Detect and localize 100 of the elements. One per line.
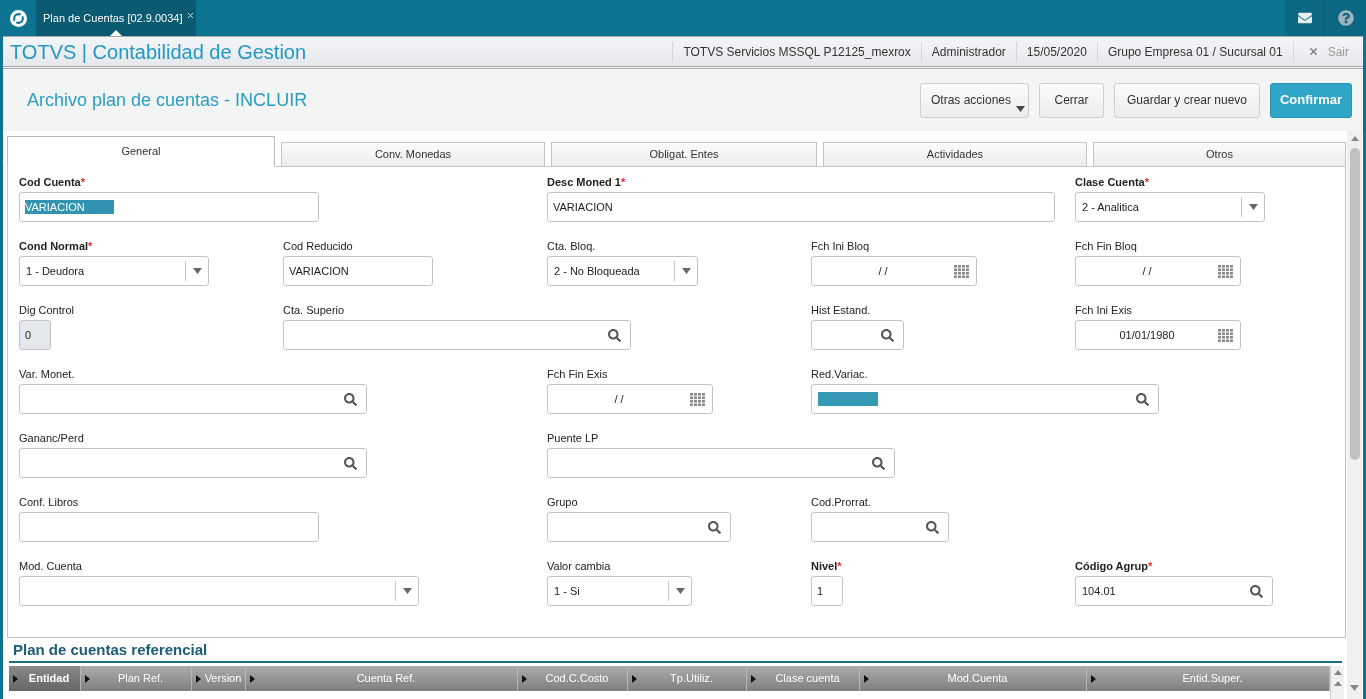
calendar-icon bbox=[690, 392, 705, 406]
field-label: Desc Moned 1* bbox=[547, 175, 626, 189]
field-label: Cta. Superio bbox=[283, 303, 345, 317]
pointer-triangle-icon bbox=[110, 30, 122, 36]
search-field[interactable] bbox=[283, 320, 631, 350]
field-label: Cod Cuenta* bbox=[19, 175, 85, 189]
caret-down-icon bbox=[681, 268, 691, 274]
column-header[interactable]: Entidad bbox=[9, 666, 81, 691]
text-field[interactable]: VARIACION bbox=[547, 192, 1055, 222]
calendar-icon bbox=[954, 264, 969, 278]
field-label: Clase Cuenta* bbox=[1075, 175, 1149, 189]
field-label: Fch Fin Exis bbox=[547, 367, 608, 381]
caret-right-icon bbox=[751, 674, 756, 683]
search-icon bbox=[881, 328, 894, 342]
session-info: TOTVS Servicios MSSQL P12125_mexrox bbox=[672, 41, 921, 62]
text-field[interactable]: VARIACION bbox=[283, 256, 433, 286]
caret-right-icon bbox=[196, 674, 201, 683]
product-title: TOTVS | Contabilidad de Gestion bbox=[9, 39, 307, 65]
action-button[interactable]: Guardar y crear nuevo bbox=[1114, 82, 1260, 118]
field-label: Hist Estand. bbox=[811, 303, 871, 317]
search-field[interactable] bbox=[811, 320, 904, 350]
date-field[interactable]: / / bbox=[811, 256, 977, 286]
text-field[interactable]: VARIACION bbox=[19, 192, 319, 222]
field-label: Fch Ini Exis bbox=[1075, 303, 1132, 317]
field-label: Var. Monet. bbox=[19, 367, 75, 381]
search-field[interactable] bbox=[19, 384, 367, 414]
date-field[interactable]: / / bbox=[1075, 256, 1241, 286]
caret-down-icon bbox=[1350, 685, 1359, 691]
date-field[interactable]: 01/01/1980 bbox=[1075, 320, 1241, 350]
selected-text: VARIACION bbox=[25, 200, 114, 214]
text-field[interactable]: 1 bbox=[811, 576, 843, 606]
field-label: Nivel* bbox=[811, 559, 842, 573]
search-icon bbox=[344, 456, 357, 470]
select-field[interactable]: 2 - Analitica bbox=[1075, 192, 1265, 222]
caret-right-icon bbox=[250, 674, 255, 683]
search-icon bbox=[926, 520, 939, 534]
section-title: Plan de cuentas referencial bbox=[13, 640, 208, 661]
search-field[interactable] bbox=[547, 512, 731, 542]
app-tab[interactable]: Plan de Cuentas [02.9.0034] bbox=[36, 0, 196, 36]
field-label: Red.Variac. bbox=[811, 367, 868, 381]
session-info: 15/05/2020 bbox=[1015, 41, 1097, 62]
field-label: Gananc/Perd bbox=[19, 431, 84, 445]
search-icon bbox=[344, 392, 357, 406]
caret-right-icon bbox=[522, 674, 527, 683]
search-field[interactable]: 104.01 bbox=[1075, 576, 1273, 606]
field-label: Valor cambia bbox=[547, 559, 611, 573]
search-icon bbox=[1250, 584, 1263, 598]
tab[interactable]: Otros bbox=[1093, 142, 1346, 167]
caret-right-icon bbox=[85, 674, 90, 683]
select-field[interactable]: 1 - Deudora bbox=[19, 256, 209, 286]
select-field[interactable] bbox=[19, 576, 419, 606]
menu-button[interactable]: Otras acciones bbox=[920, 82, 1029, 118]
search-field[interactable] bbox=[811, 384, 1159, 414]
field-label: Puente LP bbox=[547, 431, 599, 445]
caret-down-icon bbox=[1248, 204, 1258, 210]
search-icon bbox=[1136, 392, 1149, 406]
tab[interactable]: General bbox=[7, 136, 275, 167]
field-label: Grupo bbox=[547, 495, 578, 509]
text-field[interactable] bbox=[19, 512, 319, 542]
tab[interactable]: Actividades bbox=[823, 142, 1087, 167]
field-label: Fch Ini Bloq bbox=[811, 239, 870, 253]
search-field[interactable] bbox=[547, 448, 895, 478]
date-field[interactable]: / / bbox=[547, 384, 713, 414]
tab[interactable]: Obligat. Entes bbox=[551, 142, 817, 167]
action-button[interactable]: Cerrar bbox=[1039, 82, 1104, 118]
caret-down-icon bbox=[1016, 105, 1025, 112]
mail-icon bbox=[1297, 11, 1312, 25]
caret-down-icon bbox=[192, 268, 202, 274]
session-info: Administrador bbox=[920, 41, 1016, 62]
close-icon bbox=[1307, 46, 1319, 57]
help-button[interactable] bbox=[1325, 0, 1366, 36]
field-label: Fch Fin Bloq bbox=[1075, 239, 1137, 253]
field-label: Código Agrup* bbox=[1075, 559, 1153, 573]
search-field[interactable] bbox=[811, 512, 949, 542]
caret-right-icon bbox=[1091, 674, 1096, 683]
caret-down-icon bbox=[675, 588, 685, 594]
search-field[interactable] bbox=[19, 448, 367, 478]
search-icon bbox=[608, 328, 621, 342]
caret-right-icon bbox=[13, 674, 18, 683]
field-label: Cond Normal* bbox=[19, 239, 93, 253]
select-field[interactable]: 1 - Si bbox=[547, 576, 692, 606]
select-field[interactable]: 2 - No Bloqueada bbox=[547, 256, 698, 286]
tab[interactable]: Conv. Monedas bbox=[281, 142, 545, 167]
mail-button[interactable] bbox=[1285, 0, 1325, 36]
caret-right-icon bbox=[632, 674, 637, 683]
caret-down-icon bbox=[402, 588, 412, 594]
field-label: Mod. Cuenta bbox=[19, 559, 82, 573]
close-icon bbox=[186, 10, 196, 20]
caret-right-icon bbox=[864, 674, 869, 683]
session-info: Grupo Empresa 01 / Sucursal 01 bbox=[1096, 41, 1293, 62]
field-label: Dig Control bbox=[19, 303, 75, 317]
field-label: Cod.Prorrat. bbox=[811, 495, 871, 509]
caret-up-icon bbox=[1350, 136, 1359, 141]
circle-logo-icon bbox=[9, 9, 27, 27]
scrollbar-thumb[interactable] bbox=[1349, 148, 1360, 460]
search-icon bbox=[872, 456, 885, 470]
field-label: Cod Reducido bbox=[283, 239, 353, 253]
field-label: Cta. Bloq. bbox=[547, 239, 596, 253]
page-title: Archivo plan de cuentas - INCLUIR bbox=[27, 88, 308, 112]
help-icon bbox=[1337, 10, 1354, 26]
